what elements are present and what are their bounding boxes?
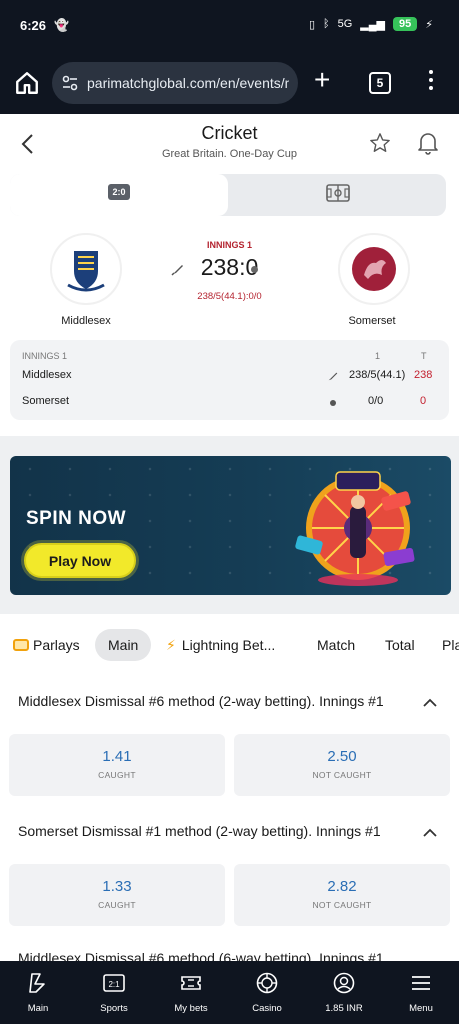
home-icon[interactable] (14, 70, 40, 96)
nav-menu[interactable]: Menu (383, 961, 459, 1024)
odds-label: CAUGHT (98, 770, 136, 780)
market-section: Somerset Dismissal #1 method (2-way bett… (0, 810, 459, 940)
tab-total[interactable]: Total (385, 629, 415, 661)
browser-toolbar: parimatchglobal.com/en/events/mi + 5 (0, 52, 459, 114)
innings-table-title: INNINGS 1 (22, 351, 68, 361)
somerset-logo (338, 233, 410, 305)
home-logo-icon (29, 973, 45, 993)
somerset-crest-icon (352, 247, 396, 291)
wheel-of-fortune-illustration (295, 471, 415, 586)
nav-main[interactable]: Main (0, 961, 76, 1024)
nav-label: 1.85 INR (325, 1003, 363, 1014)
nav-label: Main (27, 1003, 49, 1014)
account-icon (333, 972, 355, 994)
nav-casino[interactable]: Casino (229, 961, 305, 1024)
status-time: 6:26 (20, 18, 47, 33)
url-text[interactable]: parimatchglobal.com/en/events/mi (87, 75, 289, 91)
tab-switcher-button[interactable]: 5 (369, 72, 391, 94)
innings-row-team: Middlesex (22, 369, 72, 381)
innings-row-team: Somerset (22, 395, 70, 407)
status-bar: 6:26 👻 ▯ ᛒ 5G ▂▄▆ 95 ⚡ (0, 0, 459, 52)
ticket-icon (181, 976, 201, 990)
odds-label: NOT CAUGHT (312, 900, 372, 910)
signal-icon: ▂▄▆ (360, 18, 386, 31)
home-team-name: Middlesex (61, 315, 111, 327)
view-toggle: 2:0 (10, 174, 446, 216)
cricket-bat-icon (328, 372, 338, 381)
market-tabs: Parlays Main ⚡ Lightning Bet... Match Tot… (0, 614, 459, 676)
notification-bell-icon[interactable] (416, 130, 440, 156)
odds-value: 1.33 (102, 878, 132, 895)
network-label: 5G (337, 18, 353, 30)
menu-icon (412, 976, 430, 990)
status-icons: ▯ ᛒ 5G ▂▄▆ 95 ⚡ (309, 17, 433, 31)
site-settings-icon[interactable] (61, 74, 79, 92)
battery-badge: 95 (393, 17, 418, 31)
new-tab-icon[interactable]: + (314, 66, 330, 94)
odds-button[interactable]: 2.50 NOT CAUGHT (234, 734, 450, 796)
scoreboard-icon: 2:1 (103, 974, 125, 992)
innings-row-value: 238/5(44.1) (349, 369, 406, 381)
innings-col-total: T (421, 351, 427, 361)
score-view-tab[interactable]: 2:0 (10, 174, 228, 216)
market-title[interactable]: Middlesex Dismissal #6 method (2-way bet… (18, 693, 432, 709)
nav-account[interactable]: 1.85 INR (306, 961, 382, 1024)
market-section: Middlesex Dismissal #6 method (6-way bet… (0, 940, 459, 961)
casino-chip-icon (256, 972, 278, 994)
odds-value: 1.41 (102, 748, 132, 765)
away-team-name: Somerset (348, 315, 396, 327)
nav-label: Sports (100, 1003, 128, 1014)
odds-label: CAUGHT (98, 900, 136, 910)
parlays-icon (13, 639, 29, 651)
bluetooth-icon: ᛒ (323, 18, 330, 30)
pitch-field-icon (326, 184, 350, 202)
cricket-ball-icon (330, 400, 336, 406)
bottom-navigation: Main 2:1 Sports My bets Casino 1.85 INR … (0, 961, 459, 1024)
market-title[interactable]: Somerset Dismissal #1 method (2-way bett… (18, 823, 432, 839)
innings-row-value: 0/0 (368, 395, 384, 407)
more-options-icon[interactable] (426, 70, 436, 98)
chevron-up-icon[interactable] (422, 828, 438, 838)
odds-button[interactable]: 1.33 CAUGHT (9, 864, 225, 926)
tab-match[interactable]: Match (317, 629, 355, 661)
innings-table: INNINGS 1 1 T Middlesex 238/5(44.1) 238 … (10, 340, 449, 420)
play-now-button[interactable]: Play Now (24, 543, 136, 578)
odds-label: NOT CAUGHT (312, 770, 372, 780)
banner-headline: SPIN NOW (26, 508, 127, 529)
tab-more[interactable]: Pla (442, 629, 459, 661)
address-bar[interactable]: parimatchglobal.com/en/events/mi (52, 62, 298, 104)
tab-main[interactable]: Main (95, 629, 152, 661)
score-icon: 2:0 (108, 184, 130, 200)
nav-my-bets[interactable]: My bets (153, 961, 229, 1024)
tab-lightning-bet[interactable]: ⚡ Lightning Bet... (166, 629, 275, 661)
innings-row-total: 238 (414, 369, 433, 381)
scoreboard-card: 2:0 Middlesex INNINGS 1 238:0 238/5(44.1… (0, 174, 459, 436)
nav-label: My bets (174, 1003, 208, 1014)
page-header: Cricket Great Britain. One-Day Cup (0, 114, 459, 174)
lightning-icon: ⚡ (166, 637, 176, 653)
promo-banner[interactable]: SPIN NOW Play Now (10, 456, 451, 595)
odds-value: 2.50 (327, 748, 357, 765)
tab-parlays[interactable]: Parlays (13, 629, 80, 661)
snapchat-notification-icon: 👻 (54, 18, 69, 32)
market-section: Middlesex Dismissal #6 method (2-way bet… (0, 676, 459, 810)
nav-label: Menu (409, 1003, 433, 1014)
nav-label: Casino (252, 1003, 282, 1014)
cricket-ball-icon (251, 266, 258, 273)
odds-button[interactable]: 2.82 NOT CAUGHT (234, 864, 450, 926)
market-title[interactable]: Middlesex Dismissal #6 method (6-way bet… (18, 950, 448, 961)
innings-col-1: 1 (375, 351, 381, 361)
chevron-up-icon[interactable] (422, 698, 438, 708)
svg-text:2:1: 2:1 (108, 980, 120, 989)
vibrate-icon: ▯ (308, 18, 315, 31)
favorite-star-icon[interactable] (369, 132, 391, 154)
field-view-tab[interactable] (228, 174, 446, 216)
nav-sports[interactable]: 2:1 Sports (76, 961, 152, 1024)
odds-value: 2.82 (327, 878, 357, 895)
innings-row-total: 0 (420, 395, 427, 407)
odds-button[interactable]: 1.41 CAUGHT (9, 734, 225, 796)
charging-icon: ⚡ (425, 18, 433, 31)
